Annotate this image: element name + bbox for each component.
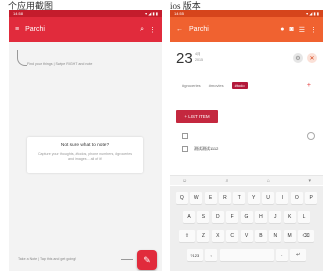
key-h[interactable]: H — [254, 211, 267, 223]
key-k[interactable]: K — [283, 211, 296, 223]
caption-row: 个应用截图 ios 版本 — [0, 0, 326, 11]
date-month: 4月 — [195, 52, 201, 56]
key-v[interactable]: V — [240, 230, 253, 242]
key-p[interactable]: P — [305, 192, 318, 204]
list-item-text[interactable]: 测试测试1112 — [194, 146, 218, 152]
period-key[interactable]: . — [275, 249, 288, 261]
settings-icon[interactable]: ⚙ — [293, 53, 303, 63]
emoji-icon[interactable]: ☺ — [182, 178, 187, 184]
key-g[interactable]: G — [240, 211, 253, 223]
keyboard-toolbar: ☺ ⌕ ⌂ ▾ — [170, 175, 323, 185]
date-year: 2015 — [195, 58, 203, 62]
keyboard-home-icon[interactable]: ⌂ — [267, 178, 270, 184]
key-e[interactable]: E — [204, 192, 217, 204]
add-list-item-button[interactable]: + LIST ITEM — [176, 110, 218, 123]
key-l[interactable]: L — [298, 211, 310, 223]
key-m[interactable]: M — [283, 230, 296, 242]
key-o[interactable]: O — [290, 192, 303, 204]
hint-arrow-bottom — [121, 259, 133, 260]
app-title: Parchi — [25, 26, 45, 33]
empty-state-heading: Not sure what to note? — [60, 143, 110, 148]
key-j[interactable]: J — [269, 211, 282, 223]
app-bar: ≡ Parchi ⌕ ⋮ — [9, 17, 162, 42]
note-date: 23 4月 2015 ⚙ ✕ — [176, 50, 317, 68]
key-s[interactable]: S — [197, 211, 210, 223]
empty-state-body: Capture your thoughts, #todos, phone num… — [37, 152, 133, 161]
key-r[interactable]: R — [218, 192, 231, 204]
edit-icon: ✎ — [143, 254, 151, 265]
menu-icon[interactable]: ≡ — [15, 26, 19, 33]
more-options-icon[interactable]: ⋮ — [310, 26, 317, 34]
keyboard-row-4: ?123 , . ↵ — [170, 249, 323, 261]
keyboard-row-3: ⇧ Z X C V B N M ⌫ — [170, 230, 323, 242]
key-b[interactable]: B — [254, 230, 267, 242]
date-day: 23 — [176, 50, 193, 67]
checkbox-item-1[interactable] — [182, 133, 188, 139]
checkbox-item-2[interactable] — [182, 146, 188, 152]
keyboard: Q W E R T Y U I O P A S D F G H J K L ⇧ … — [170, 186, 323, 271]
key-t[interactable]: T — [233, 192, 246, 204]
empty-state-card: Not sure what to note? Capture your thou… — [27, 137, 143, 173]
tags-row: #groceries #movies #todo + — [182, 82, 311, 89]
tag-groceries[interactable]: #groceries — [182, 83, 201, 88]
key-z[interactable]: Z — [197, 230, 210, 242]
enter-key[interactable]: ↵ — [290, 249, 307, 261]
key-a[interactable]: A — [183, 211, 195, 223]
phone-note-editor: 14:55 ▾ ◢ ▮ ▮ ← Parchi ● ◙ ☰ ⋮ 23 4月 201… — [170, 10, 323, 271]
hint-bottom-text: Take a Note | Tap this and get going! — [18, 257, 77, 261]
app-title: Parchi — [189, 26, 209, 33]
key-n[interactable]: N — [269, 230, 282, 242]
tag-todo[interactable]: #todo — [231, 82, 248, 89]
search-icon[interactable]: ⌕ — [140, 26, 144, 34]
list-icon[interactable]: ☰ — [299, 26, 305, 34]
keyboard-row-1: Q W E R T Y U I O P — [170, 192, 323, 204]
app-bar: ← Parchi ● ◙ ☰ ⋮ — [170, 17, 323, 42]
hint-arrow-top — [17, 50, 27, 66]
back-arrow-icon[interactable]: ← — [176, 26, 183, 33]
keyboard-search-icon[interactable]: ⌕ — [226, 178, 229, 184]
space-key[interactable] — [219, 249, 274, 261]
keyboard-row-2: A S D F G H J K L — [170, 211, 323, 223]
keyboard-collapse-icon[interactable]: ▾ — [308, 178, 311, 184]
comma-key[interactable]: , — [205, 249, 218, 261]
shift-key[interactable]: ⇧ — [179, 230, 195, 242]
key-q[interactable]: Q — [175, 192, 188, 204]
item-options-icon[interactable] — [307, 132, 315, 140]
tag-movies[interactable]: #movies — [209, 83, 224, 88]
key-c[interactable]: C — [226, 230, 239, 242]
status-bar: 14:58 ▾ ◢ ▮ ▮ — [9, 10, 162, 17]
phone-home-screen: 14:58 ▾ ◢ ▮ ▮ ≡ Parchi ⌕ ⋮ Find your thi… — [9, 10, 162, 271]
key-i[interactable]: I — [276, 192, 289, 204]
new-note-button[interactable]: ✎ — [137, 250, 157, 270]
camera-icon[interactable]: ◙ — [289, 26, 293, 33]
symbols-key[interactable]: ?123 — [186, 249, 203, 261]
status-bar: 14:55 ▾ ◢ ▮ ▮ — [170, 10, 323, 17]
more-options-icon[interactable]: ⋮ — [149, 26, 156, 34]
palette-icon[interactable]: ● — [280, 26, 284, 33]
key-u[interactable]: U — [262, 192, 275, 204]
status-icons: ▾ ◢ ▮ ▮ — [145, 11, 158, 16]
key-x[interactable]: X — [211, 230, 224, 242]
date-actions: ⚙ ✕ — [289, 53, 317, 63]
key-y[interactable]: Y — [247, 192, 260, 204]
backspace-key[interactable]: ⌫ — [298, 230, 314, 242]
close-icon[interactable]: ✕ — [307, 53, 317, 63]
status-time: 14:58 — [13, 11, 24, 16]
status-icons: ▾ ◢ ▮ ▮ — [306, 11, 319, 16]
hint-top-text: Find your things | Swipe RIGHT and note — [27, 62, 93, 66]
status-time: 14:55 — [174, 11, 185, 16]
key-w[interactable]: W — [190, 192, 203, 204]
key-f[interactable]: F — [226, 211, 239, 223]
add-tag-icon[interactable]: + — [307, 82, 311, 89]
key-d[interactable]: D — [211, 211, 224, 223]
